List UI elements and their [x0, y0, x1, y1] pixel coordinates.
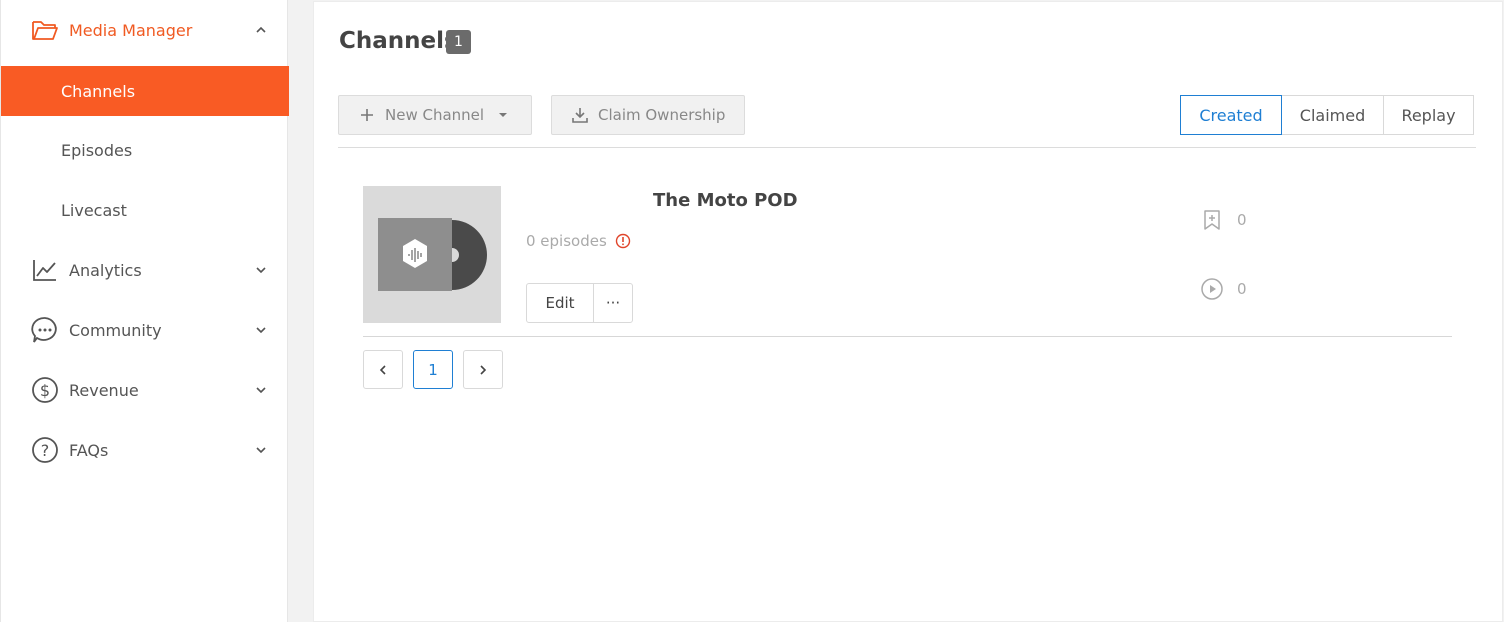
nav-community-label: Community [69, 320, 162, 340]
plus-icon [359, 107, 375, 123]
chevron-down-icon [253, 382, 269, 398]
svg-text:?: ? [41, 441, 50, 460]
nav-media-manager-label: Media Manager [69, 20, 193, 40]
divider [338, 147, 1476, 148]
sidebar: Media Manager Channels Episodes Livecast… [0, 0, 289, 622]
podcast-cover-icon [378, 218, 487, 291]
nav-media-manager[interactable]: Media Manager [1, 0, 289, 60]
sidebar-item-episodes[interactable]: Episodes [1, 125, 289, 175]
caret-down-icon [498, 110, 508, 120]
chevron-down-icon [253, 322, 269, 338]
nav-analytics-label: Analytics [69, 260, 142, 280]
claim-ownership-label: Claim Ownership [598, 106, 726, 124]
channel-card: The Moto POD 0 episodes Edit ··· 0 0 [363, 185, 1452, 337]
download-icon [572, 107, 588, 123]
bookmark-plus-icon [1201, 209, 1223, 231]
chevron-down-icon [253, 442, 269, 458]
pagination-prev-button[interactable] [363, 350, 403, 389]
channel-count-badge: 1 [446, 30, 471, 54]
main-content: Channels 1 New Channel Claim Ownership C… [313, 1, 1503, 622]
page-title: Channels [339, 28, 458, 54]
subscriber-count: 0 [1237, 211, 1247, 229]
pagination-page-1[interactable]: 1 [413, 350, 453, 389]
channel-cover[interactable] [363, 186, 501, 323]
chevron-left-icon [379, 364, 386, 375]
sidebar-item-livecast[interactable]: Livecast [1, 185, 289, 235]
nav-revenue-label: Revenue [69, 380, 139, 400]
folder-open-icon [31, 16, 59, 44]
edit-button[interactable]: Edit [526, 283, 594, 323]
claim-ownership-button[interactable]: Claim Ownership [551, 95, 745, 135]
tab-claimed[interactable]: Claimed [1281, 95, 1384, 135]
play-count: 0 [1237, 280, 1247, 298]
nav-faqs-label: FAQs [69, 440, 109, 460]
more-options-button[interactable]: ··· [593, 283, 633, 323]
play-circle-icon [1201, 278, 1223, 300]
question-circle-icon: ? [31, 436, 59, 464]
tab-replay[interactable]: Replay [1383, 95, 1474, 135]
analytics-chart-icon [31, 256, 59, 284]
svg-text:$: $ [40, 381, 50, 400]
channel-filter-tabs: Created Claimed Replay [1180, 95, 1474, 135]
chevron-down-icon [253, 262, 269, 278]
nav-community[interactable]: Community [1, 300, 289, 360]
subscriber-stat: 0 [1201, 209, 1247, 231]
warning-icon[interactable] [615, 233, 631, 249]
nav-revenue[interactable]: $ Revenue [1, 360, 289, 420]
sidebar-item-channels[interactable]: Channels [1, 66, 289, 116]
sidebar-item-label: Livecast [61, 200, 127, 220]
pagination-next-button[interactable] [463, 350, 503, 389]
chat-bubble-icon [31, 316, 59, 344]
nav-faqs[interactable]: ? FAQs [1, 420, 289, 480]
channel-actions: Edit ··· [526, 283, 633, 323]
chevron-up-icon [253, 22, 269, 38]
new-channel-button[interactable]: New Channel [338, 95, 532, 135]
tab-created[interactable]: Created [1180, 95, 1282, 135]
new-channel-label: New Channel [385, 106, 485, 124]
sidebar-item-label: Channels [61, 81, 136, 101]
episode-count-text: 0 episodes [526, 232, 607, 250]
dollar-circle-icon: $ [31, 376, 59, 404]
chevron-right-icon [480, 364, 487, 375]
sidebar-item-label: Episodes [61, 140, 133, 160]
channel-name[interactable]: The Moto POD [653, 190, 798, 211]
episode-count: 0 episodes [526, 232, 631, 250]
play-stat: 0 [1201, 278, 1247, 300]
pagination: 1 [363, 350, 513, 389]
nav-analytics[interactable]: Analytics [1, 240, 289, 300]
